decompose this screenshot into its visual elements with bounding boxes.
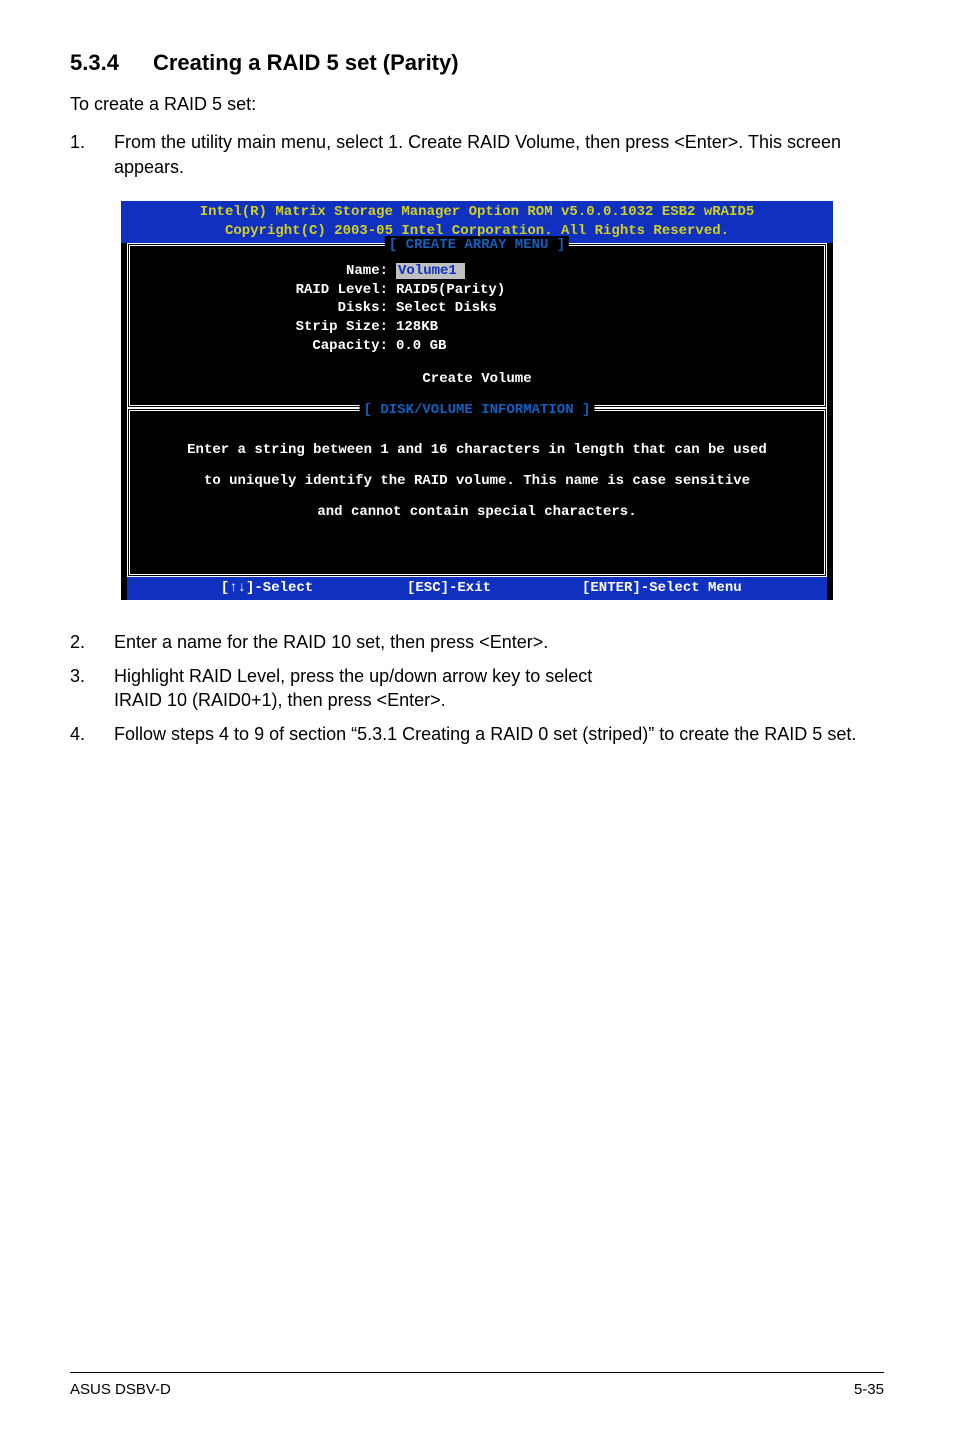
- label-strip-size: Strip Size:: [146, 318, 396, 337]
- step-text: From the utility main menu, select 1. Cr…: [114, 130, 884, 179]
- label-capacity: Capacity:: [146, 337, 396, 356]
- value-name: Volume1: [396, 263, 465, 279]
- section-heading: 5.3.4 Creating a RAID 5 set (Parity): [70, 50, 884, 76]
- bios-footer: [↑↓]-Select [ESC]-Exit [ENTER]-Select Me…: [127, 577, 827, 600]
- value-disks: Select Disks: [396, 299, 497, 318]
- section-number: 5.3.4: [70, 50, 119, 76]
- info-line1: Enter a string between 1 and 16 characte…: [146, 435, 808, 466]
- step-text: Highlight RAID Level, press the up/down …: [114, 664, 884, 713]
- bios-screenshot: Intel(R) Matrix Storage Manager Option R…: [121, 201, 833, 600]
- step-number: 1.: [70, 130, 114, 179]
- info-line2: to uniquely identify the RAID volume. Th…: [146, 466, 808, 497]
- value-raid-level: RAID5(Parity): [396, 281, 505, 300]
- intro-text: To create a RAID 5 set:: [70, 92, 884, 116]
- step3-line2: IRAID 10 (RAID0+1), then press <Enter>.: [114, 690, 446, 710]
- footer-exit: [ESC]-Exit: [407, 579, 582, 598]
- step-1: 1. From the utility main menu, select 1.…: [70, 130, 884, 179]
- bios-header-line1: Intel(R) Matrix Storage Manager Option R…: [121, 203, 833, 222]
- section-title-text: Creating a RAID 5 set (Parity): [153, 50, 459, 75]
- create-volume-action: Create Volume: [146, 370, 808, 389]
- footer-select: [↑↓]-Select: [127, 579, 407, 598]
- footer-product: ASUS DSBV-D: [70, 1381, 171, 1398]
- label-raid-level: RAID Level:: [146, 281, 396, 300]
- footer-enter: [ENTER]-Select Menu: [582, 579, 827, 598]
- row-disks: Disks: Select Disks: [146, 299, 808, 318]
- step-4: 4. Follow steps 4 to 9 of section “5.3.1…: [70, 722, 884, 746]
- step-3: 3. Highlight RAID Level, press the up/do…: [70, 664, 884, 713]
- step-2: 2. Enter a name for the RAID 10 set, the…: [70, 630, 884, 654]
- create-array-title: [ CREATE ARRAY MENU ]: [385, 236, 569, 255]
- footer-page-number: 5-35: [854, 1381, 884, 1398]
- step-text: Follow steps 4 to 9 of section “5.3.1 Cr…: [114, 722, 884, 746]
- label-name: Name:: [146, 262, 396, 281]
- disk-volume-info-frame: [ DISK/VOLUME INFORMATION ] Enter a stri…: [127, 408, 827, 577]
- create-array-frame: [ CREATE ARRAY MENU ] Name: Volume1 RAID…: [127, 243, 827, 408]
- info-line3: and cannot contain special characters.: [146, 497, 808, 528]
- value-capacity: 0.0 GB: [396, 337, 446, 356]
- value-strip-size: 128KB: [396, 318, 438, 337]
- row-raid-level: RAID Level: RAID5(Parity): [146, 281, 808, 300]
- step-number: 3.: [70, 664, 114, 713]
- label-disks: Disks:: [146, 299, 396, 318]
- row-strip-size: Strip Size: 128KB: [146, 318, 808, 337]
- step-number: 2.: [70, 630, 114, 654]
- page-footer: ASUS DSBV-D 5-35: [70, 1372, 884, 1398]
- step-number: 4.: [70, 722, 114, 746]
- step-text: Enter a name for the RAID 10 set, then p…: [114, 630, 884, 654]
- disk-volume-info-title: [ DISK/VOLUME INFORMATION ]: [360, 401, 595, 420]
- row-capacity: Capacity: 0.0 GB: [146, 337, 808, 356]
- step3-line1: Highlight RAID Level, press the up/down …: [114, 666, 592, 686]
- row-name: Name: Volume1: [146, 262, 808, 281]
